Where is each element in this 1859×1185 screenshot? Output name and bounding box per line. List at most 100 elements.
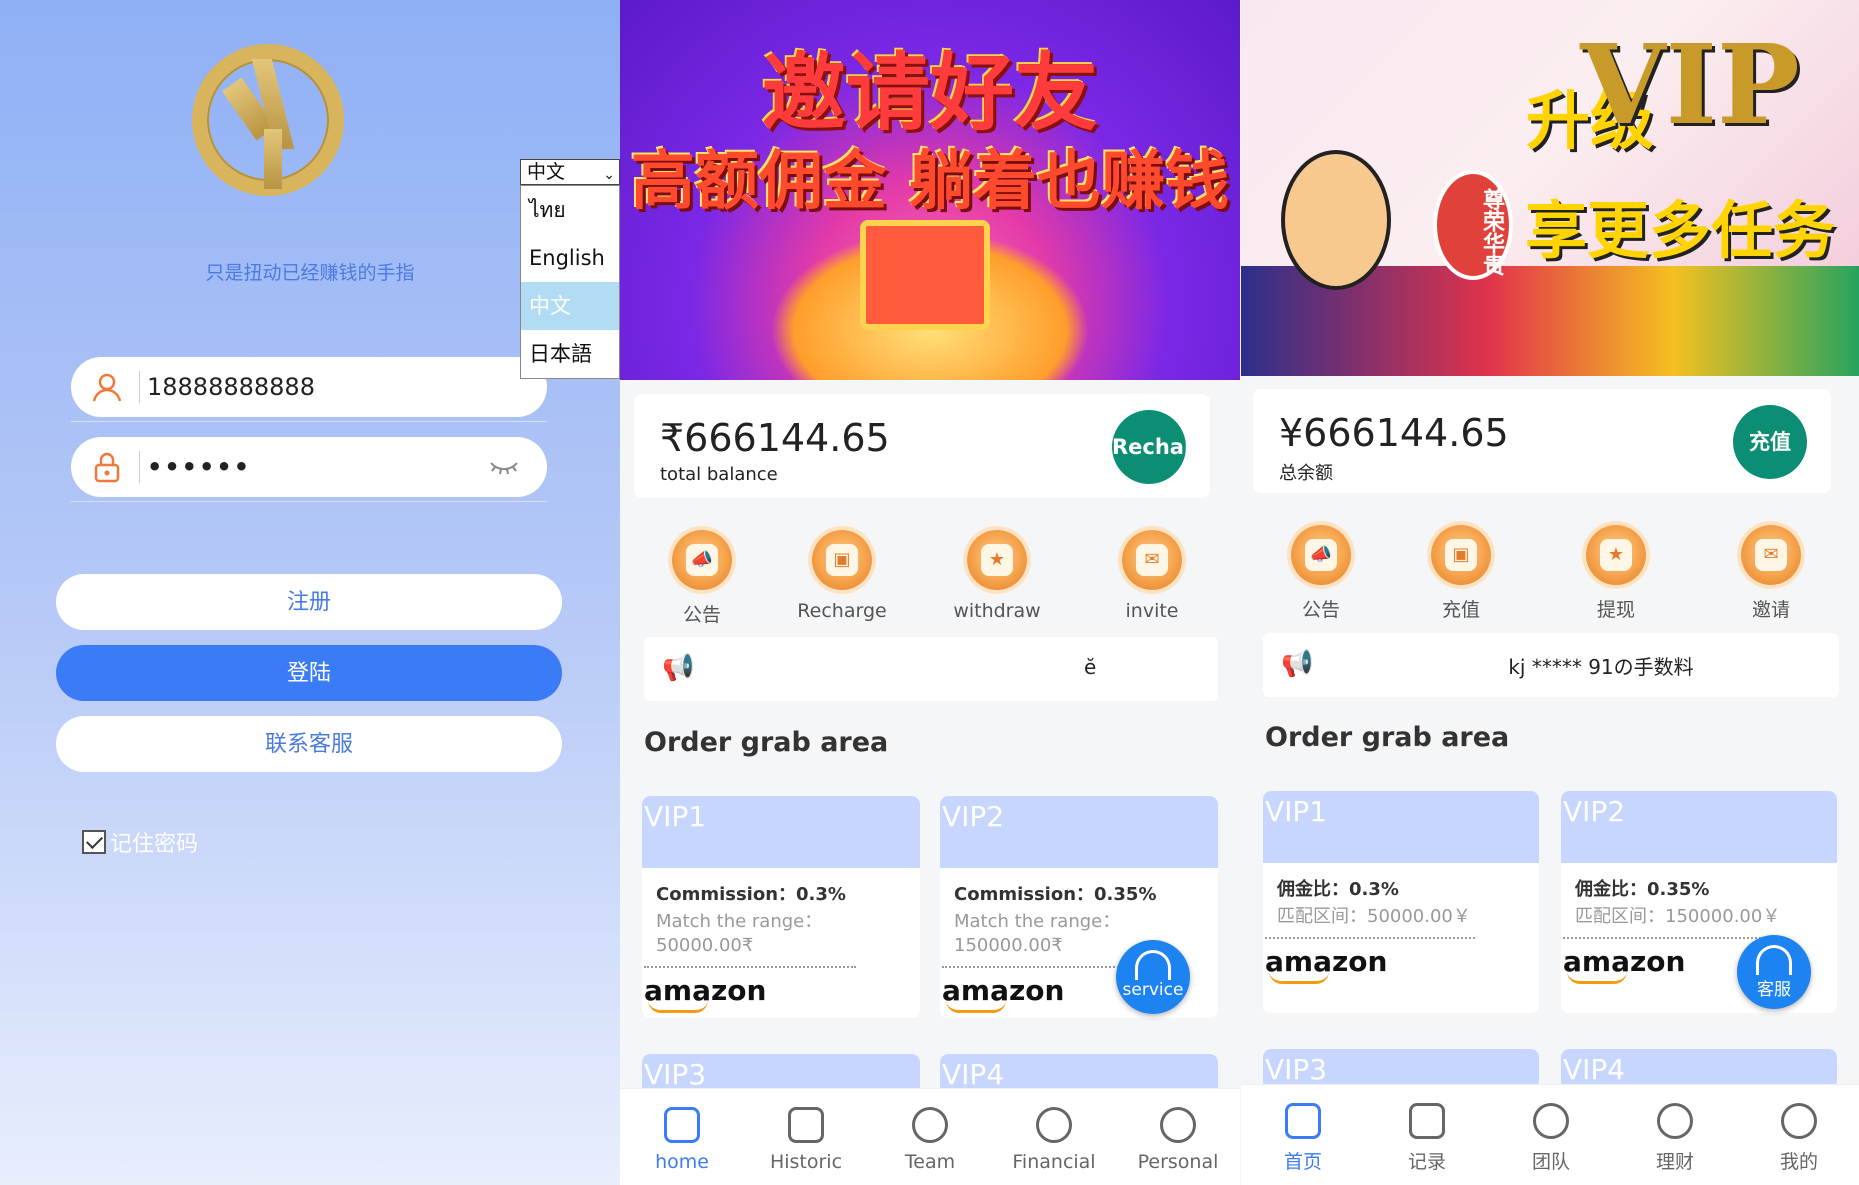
password-input[interactable] bbox=[147, 449, 477, 485]
lock-icon bbox=[94, 452, 120, 483]
amazon-logo: amazon bbox=[1563, 945, 1686, 984]
notice-text: kj ***** 91の手数料 bbox=[1508, 655, 1694, 679]
menu-invite[interactable]: ✉ invite bbox=[1082, 530, 1222, 622]
remember-checkbox[interactable] bbox=[82, 830, 106, 854]
menu-withdraw[interactable]: ★ withdraw bbox=[927, 530, 1067, 622]
notice-bar[interactable]: 📢 kj ***** 91の手数料 bbox=[1263, 633, 1839, 697]
amazon-logo: amazon bbox=[1265, 945, 1388, 984]
quick-menu: 📣 公告 ▣ 充值 ★ 提现 ✉ 邀请 bbox=[1241, 525, 1859, 635]
coin-icon: ★ bbox=[1586, 525, 1646, 585]
menu-announcement[interactable]: 📣 公告 bbox=[632, 530, 772, 627]
app-logo bbox=[192, 44, 344, 196]
balance-card: ₹666144.65 total balance Rechar bbox=[634, 394, 1210, 498]
team-icon bbox=[1533, 1103, 1569, 1139]
headset-icon bbox=[1756, 945, 1792, 975]
clipboard-icon bbox=[788, 1107, 824, 1143]
password-field[interactable] bbox=[71, 437, 547, 497]
upgrade-vip-banner[interactable]: 升级 VIP 尊荣华贵 享更多任务 bbox=[1241, 0, 1859, 376]
recharge-button[interactable]: 充值 bbox=[1733, 405, 1807, 479]
tab-mine[interactable]: 我的 bbox=[1737, 1103, 1859, 1174]
vip3-card[interactable]: VIP3 bbox=[1263, 1049, 1539, 1089]
language-dropdown: ไทย English 中文 日本語 bbox=[520, 185, 620, 379]
home-icon bbox=[1285, 1103, 1321, 1139]
tab-personal[interactable]: Personal bbox=[1116, 1107, 1240, 1173]
vip2-commission: Commission：0.35% bbox=[954, 884, 1157, 905]
amazon-logo: amazon bbox=[644, 974, 767, 1013]
bottom-tab-bar: home Historic Team Financial Personal bbox=[620, 1088, 1240, 1185]
vip1-title: VIP1 bbox=[1263, 791, 1539, 863]
vip4-title: VIP4 bbox=[1561, 1049, 1837, 1089]
bottom-tab-bar: 首页 记录 团队 理财 我的 bbox=[1241, 1084, 1859, 1185]
recharge-button[interactable]: Rechar bbox=[1112, 410, 1186, 484]
megaphone-icon: 📢 bbox=[662, 653, 695, 683]
invite-friends-banner[interactable]: 邀请好友 高额佣金 躺着也赚钱 bbox=[620, 0, 1240, 380]
language-option-english[interactable]: English bbox=[521, 234, 619, 282]
team-icon bbox=[912, 1107, 948, 1143]
language-option-chinese[interactable]: 中文 bbox=[521, 282, 619, 330]
coin-icon: ★ bbox=[967, 530, 1027, 590]
slogan: 只是扭动已经赚钱的手指 bbox=[205, 262, 415, 284]
phone-field[interactable] bbox=[71, 357, 547, 417]
vip2-commission: 佣金比：0.35% bbox=[1575, 879, 1710, 900]
wallet-icon: ▣ bbox=[812, 530, 872, 590]
remember-password[interactable]: 记住密码 bbox=[82, 826, 198, 858]
language-option-japanese[interactable]: 日本語 bbox=[521, 330, 619, 378]
app-home-english: 邀请好友 高额佣金 躺着也赚钱 ₹666144.65 total balance… bbox=[620, 0, 1240, 1185]
vip1-card[interactable]: VIP1 Commission：0.3% Match the range：500… bbox=[642, 796, 920, 1018]
tab-team[interactable]: 团队 bbox=[1489, 1103, 1613, 1174]
remember-label: 记住密码 bbox=[110, 832, 199, 857]
tab-team[interactable]: Team bbox=[868, 1107, 992, 1173]
register-button[interactable]: 注册 bbox=[56, 574, 562, 630]
balance-amount: ₹666144.65 bbox=[660, 416, 890, 460]
amazon-logo: amazon bbox=[942, 974, 1065, 1013]
language-select[interactable]: 中文 ⌄ bbox=[520, 159, 620, 185]
login-button[interactable]: 登陆 bbox=[56, 645, 562, 701]
vip1-commission: 佣金比：0.3% bbox=[1277, 879, 1399, 900]
tab-historic[interactable]: Historic bbox=[744, 1107, 868, 1173]
money-icon bbox=[1657, 1103, 1693, 1139]
person-icon bbox=[1781, 1103, 1817, 1139]
tab-home[interactable]: 首页 bbox=[1241, 1103, 1365, 1174]
invite-icon: ✉ bbox=[1741, 525, 1801, 585]
balance-label: total balance bbox=[660, 464, 778, 485]
vip1-card[interactable]: VIP1 佣金比：0.3% 匹配区间：50000.00￥ amazon bbox=[1263, 791, 1539, 1013]
notice-bar[interactable]: 📢 ĕ bbox=[644, 637, 1218, 701]
language-selected: 中文 bbox=[527, 161, 566, 183]
banner-more-tasks: 享更多任务 bbox=[1524, 194, 1835, 267]
tab-financial[interactable]: 理财 bbox=[1613, 1103, 1737, 1174]
service-button[interactable]: 客服 bbox=[1737, 935, 1811, 1009]
eye-closed-icon[interactable] bbox=[489, 459, 519, 475]
vip2-title: VIP2 bbox=[1561, 791, 1837, 863]
order-grab-title: Order grab area bbox=[644, 727, 889, 758]
tab-home[interactable]: home bbox=[620, 1107, 744, 1173]
tab-records[interactable]: 记录 bbox=[1365, 1103, 1489, 1174]
person-icon bbox=[1160, 1107, 1196, 1143]
menu-announcement[interactable]: 📣 公告 bbox=[1251, 525, 1391, 622]
vip1-commission: Commission：0.3% bbox=[656, 884, 846, 905]
banner-subtitle: 高额佣金 躺着也赚钱 bbox=[630, 145, 1230, 219]
announcement-icon: 📣 bbox=[672, 530, 732, 590]
balance-amount: ¥666144.65 bbox=[1279, 411, 1509, 455]
phone-input[interactable] bbox=[147, 369, 477, 405]
service-button[interactable]: service bbox=[1116, 940, 1190, 1014]
menu-recharge[interactable]: ▣ Recharge bbox=[772, 530, 912, 622]
balance-label: 总余额 bbox=[1279, 463, 1333, 484]
headset-icon bbox=[1135, 950, 1171, 980]
vip4-card[interactable]: VIP4 bbox=[1561, 1049, 1837, 1089]
contact-support-button[interactable]: 联系客服 bbox=[56, 716, 562, 772]
banner-vip: VIP bbox=[1580, 20, 1800, 149]
vip2-range: 匹配区间：150000.00￥ bbox=[1575, 906, 1781, 927]
balance-card: ¥666144.65 总余额 充值 bbox=[1253, 389, 1831, 493]
menu-withdraw[interactable]: ★ 提现 bbox=[1546, 525, 1686, 622]
vip1-title: VIP1 bbox=[642, 796, 920, 868]
megaphone-icon: 📢 bbox=[1281, 649, 1314, 679]
notice-text: ĕ bbox=[1084, 655, 1097, 679]
menu-recharge[interactable]: ▣ 充值 bbox=[1391, 525, 1531, 622]
app-home-chinese: 升级 VIP 尊荣华贵 享更多任务 ¥666144.65 总余额 充值 📣 公告… bbox=[1241, 0, 1859, 1185]
chevron-down-icon: ⌄ bbox=[603, 167, 615, 183]
tab-financial[interactable]: Financial bbox=[992, 1107, 1116, 1173]
menu-invite[interactable]: ✉ 邀请 bbox=[1701, 525, 1841, 622]
vip2-range: Match the range：150000.00₹ bbox=[954, 911, 1121, 956]
vip1-range: Match the range：50000.00₹ bbox=[656, 911, 823, 956]
language-option-thai[interactable]: ไทย bbox=[521, 186, 619, 234]
